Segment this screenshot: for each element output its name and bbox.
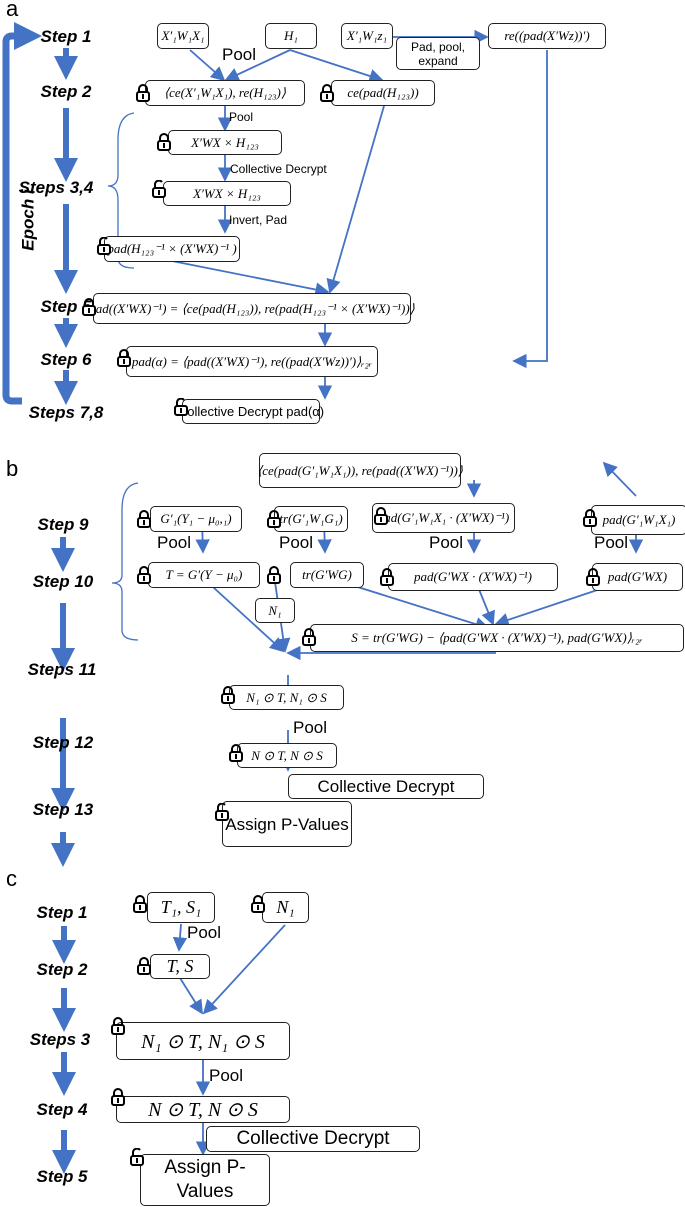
step-label: Step 5 (36, 1167, 88, 1186)
lock-icon (157, 133, 171, 151)
edge-label-pool: Pool (429, 533, 464, 552)
node-collective-decrypt: Collective Decrypt (288, 774, 484, 799)
node-h1: H₁ (265, 23, 317, 49)
node-g1y: G′₁(Y₁ − μ₀,₁) (150, 506, 242, 532)
lock-icon (111, 1088, 125, 1106)
lock-icon (221, 686, 235, 704)
step-label: Steps 11 (27, 660, 97, 679)
node-step5: pad((X′WX)⁻¹) = ⟨ce(pad(H₁₂₃)), re(pad(H… (89, 293, 415, 324)
unlocked-icon (215, 803, 229, 821)
lock-icon (111, 1017, 125, 1035)
unlocked-icon (174, 398, 188, 416)
unlocked-icon (97, 237, 111, 255)
node-x1w1z1: X′₁W₁z₁ (341, 23, 393, 49)
lock-icon (137, 957, 151, 975)
lock-icon (302, 628, 316, 646)
lock-icon (267, 510, 281, 528)
panel-label-a: a (6, 0, 19, 21)
lock-icon (229, 744, 243, 762)
node-xwx-h-unlocked: X′WX × H₁₂₃ (163, 181, 291, 206)
edge-label-pool: Pool (279, 533, 314, 552)
step-label: Step 2 (36, 960, 88, 979)
edge-label-pool: Pool (229, 110, 254, 124)
edge-label-pool: Pool (222, 45, 257, 64)
lock-icon (251, 895, 265, 913)
lock-icon (320, 84, 334, 102)
node-pad-pool-expand: Pad, pool, expand (396, 37, 480, 70)
node-n1t-c: N₁ ⊙ T, N₁ ⊙ S (116, 1022, 290, 1060)
lock-icon (137, 510, 151, 528)
node-padg1x: pad(G′₁W₁X₁ · (X′WX)⁻¹) (372, 503, 515, 533)
edge-label-pool: Pool (209, 1066, 244, 1085)
lock-icon (136, 84, 150, 102)
lock-icon (586, 568, 600, 586)
unlocked-icon (152, 180, 166, 198)
edge-label-pool: Pool (157, 533, 192, 552)
node-ce-re: ⟨ce(X′₁W₁X₁), re(H₁₂₃)⟩ (145, 80, 305, 106)
lock-icon (374, 507, 388, 525)
node-t1s1: T₁, S₁ (147, 892, 215, 923)
step-label: Step 4 (36, 1100, 88, 1119)
node-trg1: tr(G′₁W₁G₁) (274, 506, 348, 532)
node-pad-inverse: pad(H₁₂₃⁻¹ × (X′WX)⁻¹ ) (104, 236, 240, 262)
node-ce-pad-h: ce(pad(H₁₂₃)) (331, 80, 435, 106)
node-nt: N ⊙ T, N ⊙ S (237, 743, 337, 768)
node-re-pad: re((pad(X′Wz))′) (488, 23, 606, 49)
edge-label-pool: Pool (293, 718, 328, 737)
lock-icon (137, 566, 151, 584)
lock-icon (117, 349, 131, 367)
step-label: Steps 3 (29, 1030, 91, 1049)
node-assign-p-values: Assign P-Values (222, 801, 352, 847)
lock-icon (380, 568, 394, 586)
step-label: Step 10 (32, 572, 94, 591)
step-label: Steps 7,8 (28, 403, 104, 422)
edge-label-invert-pad: Invert, Pad (229, 213, 288, 227)
lock-icon (267, 566, 281, 584)
lock-icon (82, 298, 96, 316)
node-assign-p-values-c: Assign P-Values (140, 1154, 270, 1206)
panel-label-c: c (6, 866, 17, 891)
step-label: Step 9 (37, 515, 89, 534)
node-s: S = tr(G′WG) − ⟨pad(G′WX · (X′WX)⁻¹), pa… (310, 624, 684, 652)
epoch-label: Epoch i (18, 189, 38, 251)
step-label: Step 1 (40, 27, 92, 46)
step-label: Step 2 (40, 82, 92, 101)
connector-layer (2, 22, 644, 1174)
step-label: Steps 3,4 (18, 178, 94, 197)
node-x1w1x1: X′₁W₁X₁ (157, 23, 209, 49)
edge-label-pool: Pool (187, 923, 222, 942)
node-padg1w: pad(G′₁W₁X₁) (591, 505, 685, 535)
node-trg: tr(G′WG) (290, 562, 364, 588)
node-xwx-h-locked: X′WX × H₁₂₃ (168, 130, 282, 155)
lock-icon (133, 895, 147, 913)
node-b-top: ⟨ce(pad(G′₁W₁X₁)), re(pad((X′WX)⁻¹))⟩ (257, 453, 463, 488)
node-padgwx: pad(G′WX) (592, 563, 683, 591)
step-label: Step 13 (32, 800, 94, 819)
node-n1t: N₁ ⊙ T, N₁ ⊙ S (229, 685, 344, 710)
lock-icon (583, 509, 597, 527)
node-n1: N₁ (255, 598, 295, 623)
step-label: Step 1 (36, 903, 88, 922)
node-nt-c: N ⊙ T, N ⊙ S (116, 1096, 290, 1123)
figure: a Epoch i Step 1 Step 2 Steps 3,4 Step 5… (0, 0, 685, 1207)
edge-label-collective-decrypt: Collective Decrypt (230, 162, 327, 176)
unlocked-icon (130, 1148, 144, 1166)
node-step6: pad(α) = ⟨pad((X′WX)⁻¹), re((pad(X′Wz))′… (126, 346, 378, 377)
node-step78: Collective Decrypt pad(α) (178, 399, 324, 424)
node-padgx: pad(G′WX · (X′WX)⁻¹) (388, 563, 558, 591)
node-ts: T, S (150, 954, 210, 979)
panel-label-b: b (6, 456, 19, 481)
step-label: Step 12 (32, 733, 94, 752)
node-t: T = G′(Y − μ₀) (148, 562, 260, 588)
node-collective-decrypt-c: Collective Decrypt (206, 1126, 420, 1152)
node-n1-c: N₁ (262, 892, 309, 923)
step-label: Step 6 (40, 350, 92, 369)
edge-label-pool: Pool (594, 533, 629, 552)
